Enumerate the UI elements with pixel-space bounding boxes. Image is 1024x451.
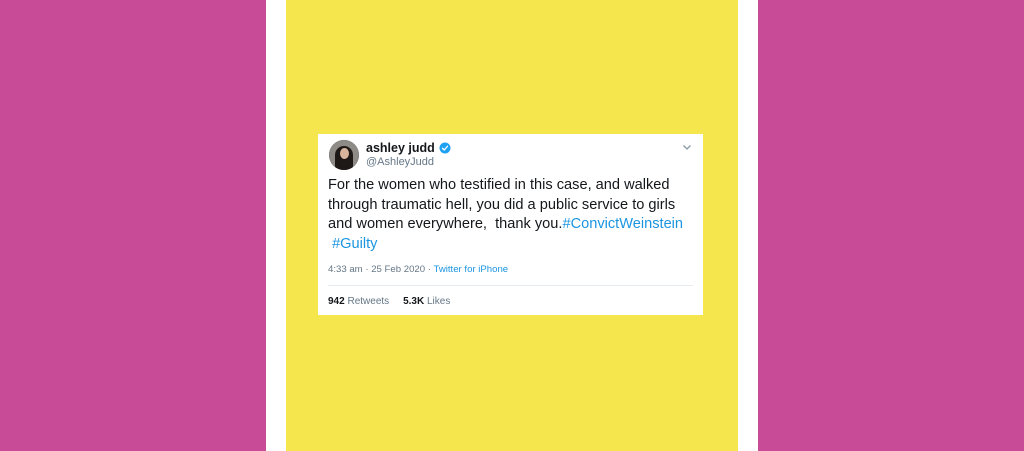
tweet-text: For the women who testified in this case… bbox=[328, 176, 698, 254]
retweets-label: Retweets bbox=[347, 296, 390, 307]
tweet-date[interactable]: 25 Feb 2020 bbox=[371, 264, 425, 275]
hashtag-guilty[interactable]: #Guilty bbox=[332, 236, 377, 252]
meta-separator: · bbox=[365, 264, 369, 275]
retweets-stat[interactable]: 942 Retweets bbox=[328, 296, 389, 307]
likes-label: Likes bbox=[426, 296, 451, 307]
author-handle[interactable]: @AshleyJudd bbox=[366, 156, 434, 168]
right-magenta-panel bbox=[758, 0, 1024, 451]
verified-badge-icon bbox=[439, 142, 451, 154]
avatar[interactable] bbox=[329, 140, 359, 170]
left-white-divider bbox=[266, 0, 286, 451]
divider bbox=[328, 285, 693, 286]
likes-count: 5.3K bbox=[403, 296, 425, 307]
tweet-stats: 942 Retweets 5.3K Likes bbox=[328, 296, 450, 307]
retweets-count: 942 bbox=[328, 296, 345, 307]
hashtag-convictweinstein[interactable]: #ConvictWeinstein bbox=[562, 216, 683, 232]
right-white-divider bbox=[738, 0, 758, 451]
tweet-meta: 4:33 am · 25 Feb 2020 · Twitter for iPho… bbox=[328, 264, 508, 275]
tweet-time[interactable]: 4:33 am bbox=[328, 264, 363, 275]
likes-stat[interactable]: 5.3K Likes bbox=[403, 296, 450, 307]
left-magenta-panel bbox=[0, 0, 266, 451]
tweet-card: ashley judd @AshleyJudd For the women wh… bbox=[318, 134, 703, 315]
chevron-down-icon[interactable] bbox=[682, 142, 692, 152]
meta-separator: · bbox=[427, 264, 431, 275]
author-name[interactable]: ashley judd bbox=[366, 141, 435, 155]
tweet-source-link[interactable]: Twitter for iPhone bbox=[433, 264, 508, 275]
author-row: ashley judd bbox=[366, 140, 451, 156]
